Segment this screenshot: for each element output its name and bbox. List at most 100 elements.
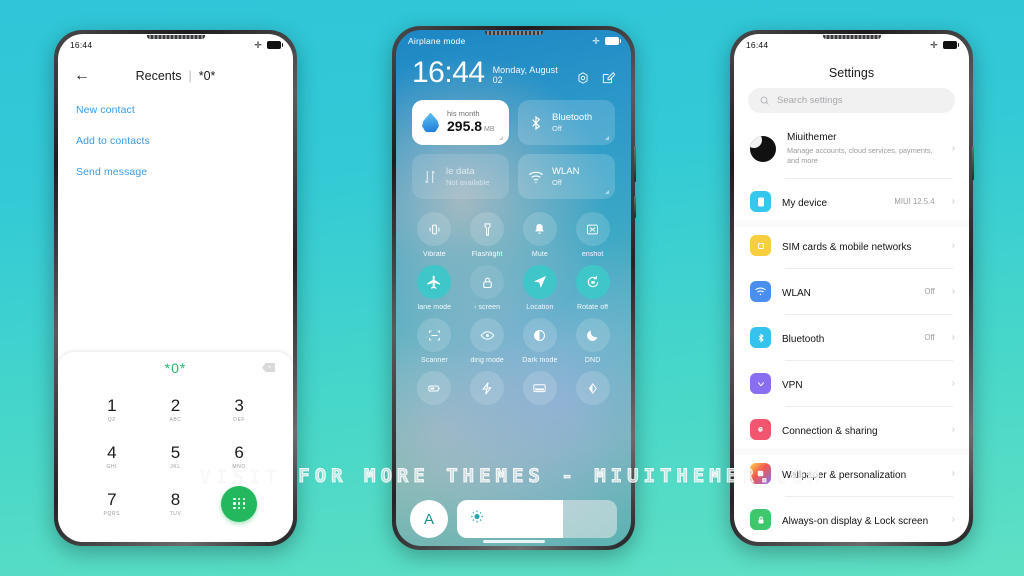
vibrate-icon [417,212,452,246]
item-title: VPN [782,379,803,391]
dial-key-5[interactable]: 5 JKL [144,433,208,480]
edit-pencil-icon[interactable] [601,71,616,85]
item-value: Off [924,287,935,297]
item-title: Miuithemer [787,132,837,143]
settings-item-bluetooth[interactable]: Bluetooth Off › [734,319,969,356]
toggle-vibrate[interactable]: Vibrate [408,212,461,258]
dial-key-2[interactable]: 2 ABC [144,386,208,433]
page-title: Settings [828,66,875,80]
dial-key-3[interactable]: 3 DEF [207,386,271,433]
phone2-screen: Airplane mode ✛ 16:44 Monday, August 02 [396,30,631,546]
settings-item-wallpaper[interactable]: Wallpaper & personalization › [734,455,969,492]
search-settings-field[interactable]: Search settings [748,88,955,113]
link-new-contact[interactable]: New contact [76,104,275,116]
status-icons: ✛ [930,40,959,50]
key-letters: ABC [169,416,182,423]
toggle-dnd[interactable]: DND [566,318,619,364]
toggle-battery-saver[interactable] [408,371,461,405]
toggle-location[interactable]: Location [514,265,567,311]
toggle-grid: Vibrate Flashlight Mute enshot lane mode… [396,199,631,405]
list-divider [785,406,953,408]
toggle-row-3: Scanner ding mode Dark mode DND [408,318,619,364]
settings-item-sim-cards[interactable]: SIM cards & mobile networks › [734,227,969,264]
item-text: Connection & sharing [782,421,941,439]
bell-icon [522,212,557,246]
dial-key-7[interactable]: 7 PQRS [80,480,144,527]
tile-data-usage[interactable]: his month 295.8 MB [412,100,509,145]
airplane-icon: ✛ [254,39,262,50]
bluetooth-icon [532,115,541,130]
back-arrow-icon[interactable]: ← [74,68,90,84]
toggle-airplane-mode[interactable]: lane mode [408,265,461,311]
toggle-dark-mode[interactable]: Dark mode [514,318,567,364]
dial-key-4[interactable]: 4 GHI [80,433,144,480]
brightness-slider[interactable] [457,500,617,538]
toggle-screenshot[interactable]: enshot [566,212,619,258]
settings-item-account[interactable]: Miuithemer Manage accounts, cloud servic… [734,123,969,174]
toggle-scanner[interactable]: Scanner [408,318,461,364]
expand-corner-icon [499,136,503,140]
item-subtitle: Manage accounts, cloud services, payment… [787,146,933,166]
data-transfer-icon [424,170,436,183]
toggle-lock-screen[interactable]: ‹ screen [461,265,514,311]
dialpad-grid-icon[interactable] [221,485,258,522]
item-text: Miuithemer Manage accounts, cloud servic… [787,131,941,166]
status-icons: ✛ [592,36,621,46]
toggle-reading-contrast[interactable] [566,371,619,405]
toggle-label: lane mode [417,304,452,311]
tile-mobile-data[interactable]: le data Not available [412,154,509,199]
tile-bluetooth[interactable]: Bluetooth Off [518,100,615,145]
backspace-icon[interactable]: × [262,363,275,372]
settings-item-always-on-display[interactable]: Always-on display & Lock screen › [734,501,969,538]
toggle-label: Scanner [420,357,448,364]
settings-item-connection-sharing[interactable]: Connection & sharing › [734,411,969,448]
power-button[interactable] [972,146,974,180]
link-send-message[interactable]: Send message [76,166,275,178]
chevron-right-icon: › [951,513,955,525]
chevron-right-icon: › [951,195,955,207]
tile-wlan[interactable]: WLAN Off [518,154,615,199]
page-title: Recents | *0* [58,69,293,83]
speaker-grille [146,35,205,39]
tile-data-top: his month [447,109,480,118]
toggle-flashlight[interactable]: Flashlight [461,212,514,258]
toggle-cast-screen[interactable] [514,371,567,405]
item-text: Bluetooth [782,329,913,347]
auto-brightness-button[interactable]: A [410,500,448,538]
dial-key-6[interactable]: 6 MNO [207,433,271,480]
home-indicator[interactable] [482,540,545,543]
item-title: Bluetooth [782,333,825,345]
toggle-lightning[interactable] [461,371,514,405]
tile-data-unit: MB [484,126,495,133]
settings-gear-icon[interactable] [576,71,590,85]
speaker-grille [822,35,881,39]
toggle-label: Rotate off [577,304,609,311]
link-add-to-contacts[interactable]: Add to contacts [76,135,275,147]
key-digit: 1 [107,395,117,415]
speaker-grille [484,31,543,35]
tile-data-value: 295.8 [447,118,483,134]
key-letters: TUV [169,510,182,517]
toggle-label: DND [584,357,601,364]
volume-button[interactable] [634,196,636,218]
dial-key-8[interactable]: 8 TUV [144,480,208,527]
dialpad-toggle-button[interactable] [207,480,271,527]
power-button[interactable] [634,146,636,182]
moon-icon [575,318,610,352]
connection-sharing-icon [750,419,771,441]
location-arrow-icon [522,265,557,299]
status-time: 16:44 [70,40,93,50]
dial-key-1[interactable]: 1 QZ [80,386,144,433]
toggle-reading-mode[interactable]: ding mode [461,318,514,364]
group-separator [734,448,969,456]
settings-item-wlan[interactable]: WLAN Off › [734,273,969,310]
clock-date: Monday, August 02 [492,65,558,85]
lock-icon [470,265,505,299]
list-divider [785,360,953,362]
settings-item-my-device[interactable]: My device MIUI 12.5.4 › [734,183,969,220]
key-letters: JKL [170,463,181,470]
toggle-rotate-off[interactable]: Rotate off [566,265,619,311]
toggle-mute[interactable]: Mute [514,212,567,258]
settings-item-vpn[interactable]: VPN › [734,365,969,402]
tile-label: le data [446,165,475,177]
